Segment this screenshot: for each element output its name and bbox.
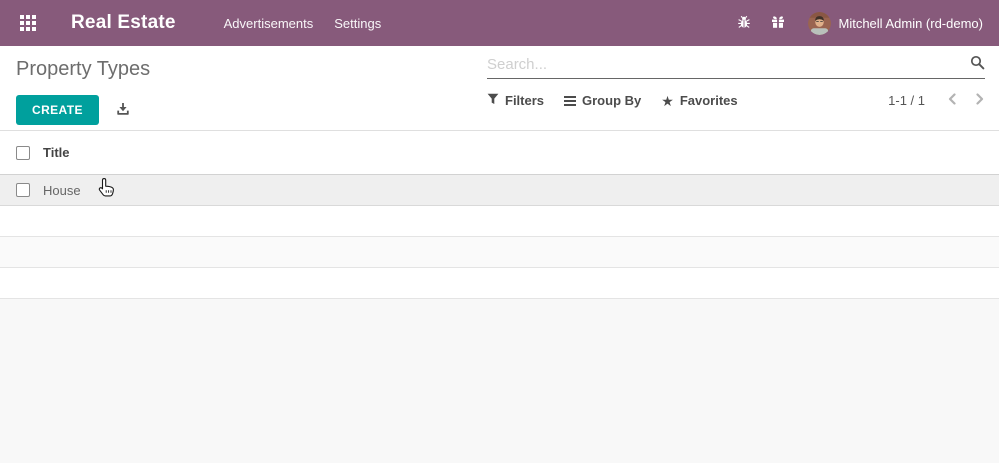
apps-menu-button[interactable] [16, 11, 40, 35]
menu-item-advertisements[interactable]: Advertisements [224, 16, 314, 31]
search-box [487, 55, 985, 79]
table-header-row: Title [0, 131, 999, 175]
select-all-checkbox[interactable] [16, 145, 30, 160]
export-button[interactable] [116, 102, 130, 119]
control-panel: Property Types CREATE Search... Filters … [0, 46, 999, 131]
user-menu[interactable]: Mitchell Admin (rd-demo) [807, 11, 984, 35]
apps-grid-icon [20, 15, 36, 31]
table-row[interactable]: House [0, 175, 999, 206]
chevron-right-icon [974, 93, 985, 108]
empty-area [0, 299, 999, 463]
view-filters: Filters Group By ★ Favorites [487, 93, 738, 108]
filters-button[interactable]: Filters [487, 93, 544, 108]
favorites-button[interactable]: ★ Favorites [661, 93, 737, 108]
create-button[interactable]: CREATE [16, 95, 99, 125]
action-buttons-row: CREATE [16, 95, 487, 125]
download-icon [116, 102, 130, 119]
group-by-icon [564, 95, 577, 106]
app-title[interactable]: Real Estate [71, 12, 176, 34]
pager-value[interactable]: 1-1 / 1 [888, 93, 925, 108]
user-avatar [807, 11, 831, 35]
group-by-button[interactable]: Group By [564, 93, 641, 108]
chevron-left-icon [947, 93, 958, 108]
filters-label: Filters [505, 93, 545, 108]
gift-icon [771, 15, 785, 32]
search-submit-button[interactable] [964, 55, 985, 73]
control-panel-left: Property Types CREATE [16, 55, 487, 130]
user-name: Mitchell Admin (rd-demo) [838, 15, 984, 31]
bug-icon [737, 15, 751, 32]
column-header-title[interactable]: Title [43, 145, 70, 160]
search-input[interactable] [487, 55, 964, 73]
top-menu: Advertisements Settings [224, 16, 382, 31]
empty-row [0, 206, 999, 237]
top-navbar: Real Estate Advertisements Settings Mitc… [0, 0, 999, 46]
favorites-label: Favorites [679, 93, 738, 108]
filters-pager-row: Filters Group By ★ Favorites 1-1 / 1 [487, 93, 985, 108]
topbar-right-section: Mitchell Admin (rd-demo) [737, 11, 984, 35]
empty-row [0, 237, 999, 268]
row-title-cell: House [43, 182, 81, 198]
gift-button[interactable] [771, 15, 785, 32]
search-icon [970, 55, 985, 73]
page-title: Property Types [16, 58, 151, 80]
filter-funnel-icon [487, 93, 499, 108]
odoo-app-window: Real Estate Advertisements Settings Mitc… [0, 0, 999, 463]
empty-row [0, 268, 999, 299]
pager-previous-button[interactable] [947, 93, 958, 108]
control-panel-right: Filters Group By ★ Favorites 1-1 / 1 [487, 55, 985, 130]
menu-item-settings[interactable]: Settings [334, 16, 381, 31]
pager-next-button[interactable] [974, 93, 985, 108]
row-checkbox[interactable] [16, 183, 30, 197]
debug-mode-button[interactable] [737, 15, 751, 32]
pager: 1-1 / 1 [888, 93, 985, 108]
list-view: Title House [0, 131, 999, 463]
star-icon: ★ [661, 92, 674, 109]
group-by-label: Group By [582, 93, 642, 108]
